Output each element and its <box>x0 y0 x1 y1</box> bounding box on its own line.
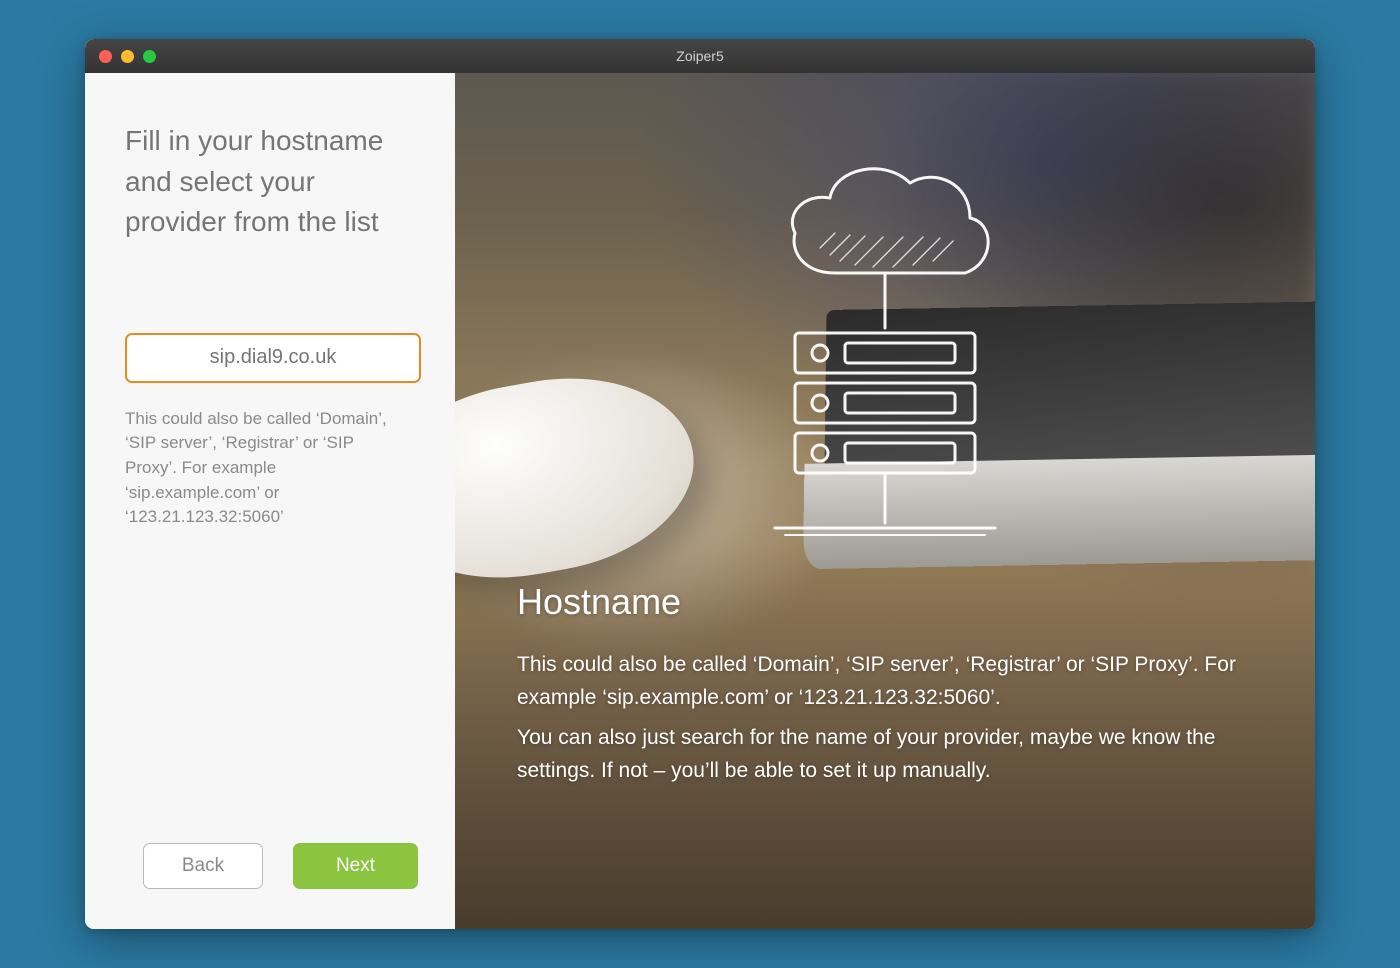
info-heading: Hostname <box>517 581 1255 623</box>
hostname-input[interactable] <box>125 333 421 383</box>
info-paragraph-2: You can also just search for the name of… <box>517 722 1255 787</box>
minimize-window-button[interactable] <box>121 50 134 63</box>
window-title: Zoiper5 <box>85 48 1315 64</box>
app-window: Zoiper5 Fill in your hostname and select… <box>85 39 1315 929</box>
wizard-buttons: Back Next <box>125 843 421 889</box>
content-area: Fill in your hostname and select your pr… <box>85 73 1315 929</box>
close-window-button[interactable] <box>99 50 112 63</box>
cloud-server-icon <box>735 143 1035 563</box>
step-heading: Fill in your hostname and select your pr… <box>125 121 421 243</box>
right-info-block: Hostname This could also be called ‘Doma… <box>517 581 1255 795</box>
info-paragraph-1: This could also be called ‘Domain’, ‘SIP… <box>517 649 1255 714</box>
decorative-mouse-illustration <box>455 357 709 600</box>
titlebar[interactable]: Zoiper5 <box>85 39 1315 73</box>
window-controls <box>99 50 156 63</box>
hostname-helper-text: This could also be called ‘Domain’, ‘SIP… <box>125 407 405 530</box>
left-panel: Fill in your hostname and select your pr… <box>85 73 455 929</box>
right-panel: Hostname This could also be called ‘Doma… <box>455 73 1315 929</box>
back-button[interactable]: Back <box>143 843 263 889</box>
next-button[interactable]: Next <box>293 843 418 889</box>
zoom-window-button[interactable] <box>143 50 156 63</box>
